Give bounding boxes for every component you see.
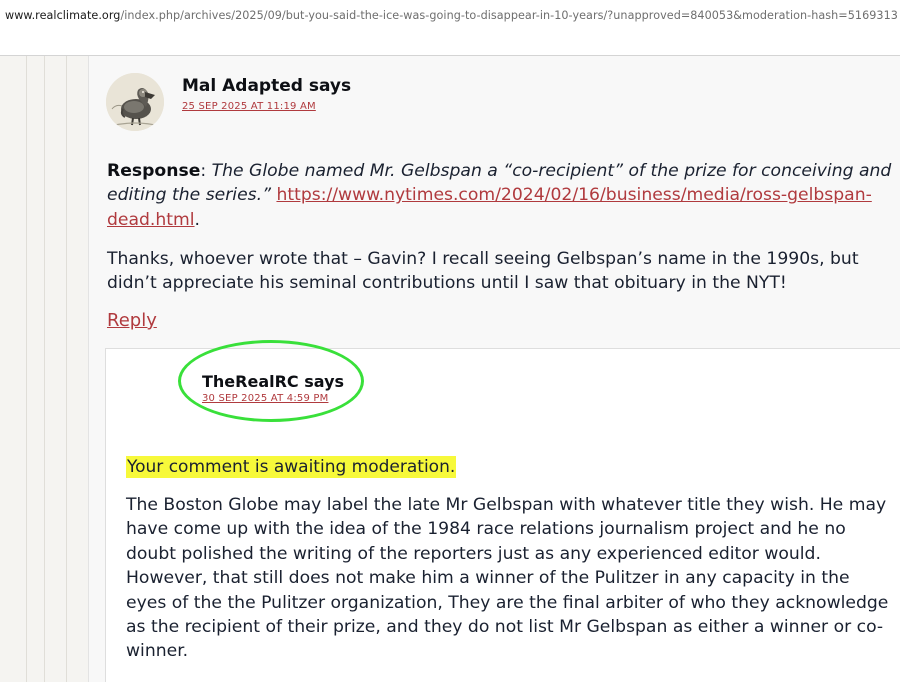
- url-text[interactable]: www.realclimate.org/index.php/archives/2…: [5, 9, 898, 22]
- url-host: www.realclimate.org: [5, 9, 121, 22]
- response-paragraph: Response: The Globe named Mr. Gelbspan a…: [107, 161, 892, 230]
- thread-rail: [44, 56, 45, 682]
- reply-link[interactable]: Reply: [107, 310, 157, 331]
- avatar-dodo: [106, 73, 164, 131]
- comment-date-link[interactable]: 25 SEP 2025 AT 11:19 AM: [182, 101, 316, 112]
- url-path: /index.php/archives/2025/09/but-you-said…: [120, 9, 898, 22]
- response-label: Response: [107, 161, 201, 181]
- reply-body: The Boston Globe may label the late Mr G…: [126, 495, 889, 662]
- dodo-illustration: [106, 73, 164, 131]
- comment-body: Thanks, whoever wrote that – Gavin? I re…: [107, 249, 859, 294]
- moderation-notice: Your comment is awaiting moderation.: [126, 456, 457, 478]
- reply-author: TheRealRC says: [202, 372, 345, 391]
- reply-date-link[interactable]: 30 SEP 2025 AT 4:59 PM: [202, 393, 328, 404]
- browser-address-bar[interactable]: www.realclimate.org/index.php/archives/2…: [0, 0, 900, 56]
- comment-therealrc: TheRealRC says 30 SEP 2025 AT 4:59 PM Yo…: [105, 340, 900, 682]
- comment-author: Mal Adapted says: [182, 76, 352, 96]
- page-content: Mal Adapted says 25 SEP 2025 AT 11:19 AM…: [0, 56, 900, 682]
- thread-rail: [66, 56, 67, 682]
- thread-rail: [26, 56, 27, 682]
